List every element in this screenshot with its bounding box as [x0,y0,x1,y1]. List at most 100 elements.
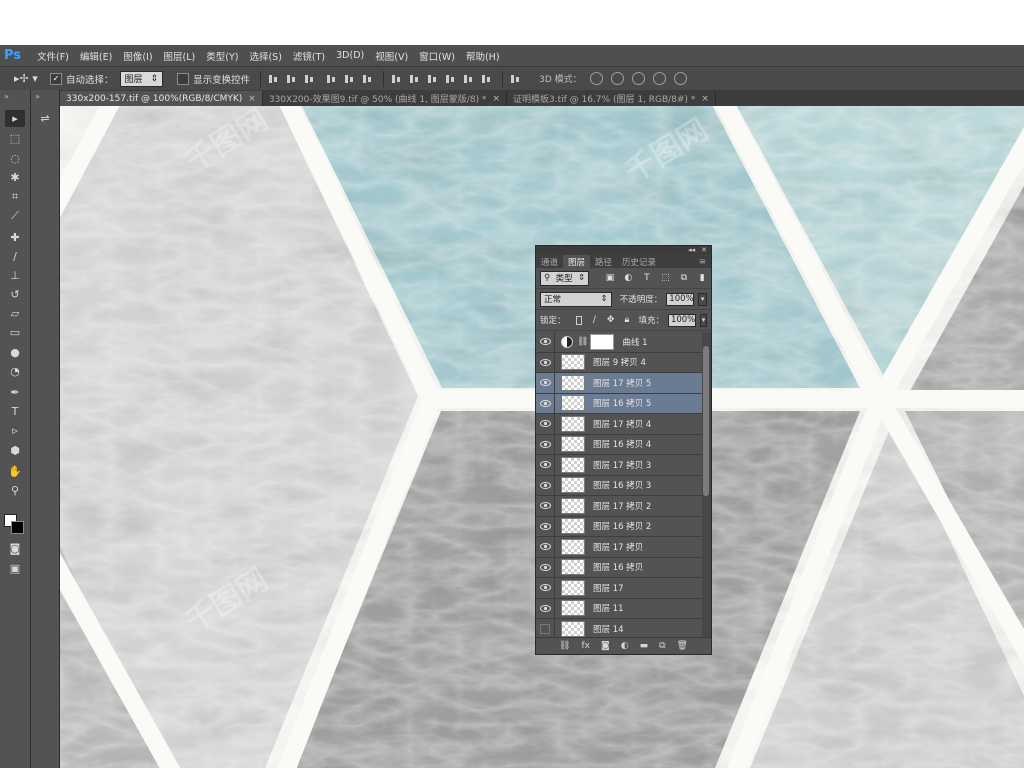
drag-3d-icon[interactable] [631,72,645,85]
close-icon[interactable]: ✕ [701,246,707,254]
layer-row[interactable]: 图层 14 [536,618,702,637]
filter-kind-dropdown[interactable]: ⚲ 类型 ⇕ [540,270,590,286]
menu-filter[interactable]: 滤镜(T) [293,49,325,63]
fill-input[interactable]: 100% [667,313,696,327]
visibility-eye-icon[interactable] [536,413,555,434]
menu-select[interactable]: 选择(S) [249,49,281,63]
quick-mask-icon[interactable]: ◙ [5,540,25,557]
new-layer-icon[interactable]: ⧉ [659,641,665,651]
visibility-eye-icon[interactable] [536,495,555,516]
visibility-eye-icon[interactable] [536,516,555,537]
delete-trash-icon[interactable]: 🗑︎ [677,641,688,651]
filter-pixel-icon[interactable]: ▣ [605,273,615,284]
menu-image[interactable]: 图像(I) [123,49,152,63]
eyedropper-tool-icon[interactable]: ⟋ [5,207,25,224]
close-icon[interactable]: × [492,94,500,104]
distribute-top-icon[interactable] [390,73,402,85]
properties-panel-icon[interactable]: ⇌ [35,110,55,127]
auto-select-dropdown[interactable]: 图层 ⇕ [119,70,164,87]
opacity-input[interactable]: 100% [666,292,695,306]
align-top-icon[interactable] [267,73,279,85]
stamp-tool-icon[interactable]: ⊥ [5,267,25,284]
dodge-tool-icon[interactable]: ◔ [5,363,25,380]
crop-tool-icon[interactable]: ⌗ [5,188,25,205]
layer-row-selected[interactable]: 图层 16 拷贝 5 [536,393,702,414]
roll-3d-icon[interactable] [610,72,624,85]
tab-channels[interactable]: 通道 [536,255,563,268]
screen-mode-icon[interactable]: ▣ [5,560,25,577]
history-brush-tool-icon[interactable]: ↺ [5,286,25,303]
layer-row[interactable]: 图层 16 拷贝 2 [536,516,702,537]
gradient-tool-icon[interactable]: ▭ [5,324,25,341]
eraser-tool-icon[interactable]: ▱ [5,305,25,322]
menu-edit[interactable]: 编辑(E) [80,49,112,63]
lasso-tool-icon[interactable]: ◌ [5,150,25,167]
distribute-hcenter-icon[interactable] [462,73,474,85]
layer-style-fx-icon[interactable]: fx [581,641,590,651]
new-adjustment-icon[interactable]: ◐ [621,641,629,651]
layer-row[interactable]: 图层 16 拷贝 3 [536,475,702,496]
visibility-eye-icon[interactable] [536,598,555,619]
blur-tool-icon[interactable]: ● [5,344,25,361]
visibility-eye-icon[interactable] [536,434,555,455]
path-select-tool-icon[interactable]: ▹ [5,422,25,439]
shape-tool-icon[interactable]: ⬢ [5,442,25,459]
lock-transparent-icon[interactable] [575,315,582,325]
slide-3d-icon[interactable] [652,72,666,85]
tab-layers[interactable]: 图层 [563,255,591,268]
link-layers-icon[interactable]: ⛓ [559,641,570,651]
fill-slider-toggle[interactable]: ▾ [699,313,708,327]
visibility-eye-icon[interactable] [536,352,555,373]
menu-file[interactable]: 文件(F) [37,49,69,63]
document-tab[interactable]: 证明模板3.tif @ 16.7% (图层 1, RGB/8#) * × [507,91,716,106]
filter-shape-icon[interactable]: ⬚ [661,273,670,284]
filter-smart-object-icon[interactable]: ⧉ [679,273,688,284]
magic-wand-tool-icon[interactable]: ✱ [5,169,25,186]
type-tool-icon[interactable]: T [5,403,25,420]
distribute-bottom-icon[interactable] [426,73,438,85]
distribute-vcenter-icon[interactable] [408,73,420,85]
scale-3d-icon[interactable] [673,72,687,85]
document-tab[interactable]: 330X200-效果图9.tif @ 50% (曲线 1, 图层蒙版/8) * × [263,91,507,106]
visibility-eye-icon[interactable] [536,475,555,496]
marquee-tool-icon[interactable]: ⬚ [5,130,25,147]
zoom-tool-icon[interactable]: ⚲ [5,482,25,499]
distribute-right-icon[interactable] [480,73,492,85]
opacity-slider-toggle[interactable]: ▾ [698,292,707,306]
panel-collapse-icon[interactable]: » [35,92,40,101]
menu-window[interactable]: 窗口(W) [419,49,455,63]
background-color-swatch[interactable] [11,521,24,534]
pen-tool-icon[interactable]: ✒ [5,384,25,401]
visibility-eye-icon[interactable] [536,536,555,557]
layer-row-selected[interactable]: 图层 17 拷贝 5 [536,372,702,394]
align-bottom-icon[interactable] [303,73,315,85]
new-group-folder-icon[interactable]: ▬ [640,641,649,651]
layer-row[interactable]: 图层 17 拷贝 2 [536,495,702,517]
align-right-icon[interactable] [361,73,373,85]
blend-mode-dropdown[interactable]: 正常 ⇕ [540,291,612,307]
show-transform-checkbox[interactable] [177,72,190,85]
chain-link-icon[interactable]: ⛓ [577,337,588,347]
distribute-left-icon[interactable] [444,73,456,85]
menu-layer[interactable]: 图层(L) [164,49,196,63]
filter-adjustment-icon[interactable]: ◐ [624,273,633,284]
auto-select-checkbox[interactable]: ✓ [50,72,62,85]
visibility-eye-icon[interactable] [536,577,555,598]
visibility-toggle-off[interactable] [536,618,555,637]
lock-position-icon[interactable]: ✥ [607,315,615,326]
scrollbar-thumb[interactable] [703,346,709,496]
layer-mask-thumbnail[interactable] [590,333,615,350]
collapse-icon[interactable]: ◂◂ [688,246,695,254]
align-left-icon[interactable] [325,73,337,85]
menu-type[interactable]: 类型(Y) [206,49,238,63]
tab-paths[interactable]: 路径 [590,255,617,268]
brush-tool-icon[interactable]: ∕ [5,248,25,265]
menu-view[interactable]: 视图(V) [375,49,408,63]
filter-toggle-icon[interactable]: ▮ [698,273,707,284]
document-tab[interactable]: 330x200-157.tif @ 100%(RGB/8/CMYK) × [60,91,263,106]
panel-collapse-icon[interactable]: » [4,92,9,101]
visibility-eye-icon[interactable] [536,454,555,475]
visibility-eye-icon[interactable] [536,557,555,578]
layer-row[interactable]: 图层 17 [536,577,702,599]
lock-all-icon[interactable]: 🔒︎ [623,315,630,326]
